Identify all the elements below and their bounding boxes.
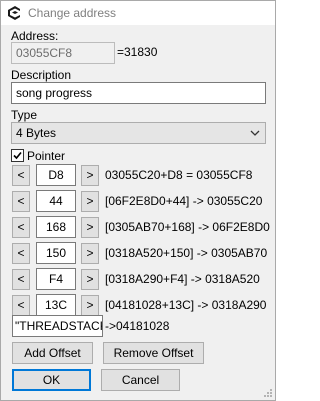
offset-input[interactable]: 168 bbox=[36, 216, 76, 238]
type-select[interactable]: 4 Bytes bbox=[11, 122, 266, 144]
cancel-button[interactable]: Cancel bbox=[101, 369, 180, 391]
ok-button[interactable]: OK bbox=[12, 369, 91, 391]
offset-increment-button[interactable]: > bbox=[81, 269, 99, 290]
offset-input[interactable]: 13C bbox=[36, 294, 76, 316]
offset-decrement-button[interactable]: < bbox=[12, 217, 30, 238]
offset-expression: [0318A520+150] -> 0305AB70 bbox=[105, 246, 268, 260]
offset-expression: [0305AB70+168] -> 06F2E8D0 bbox=[105, 220, 270, 234]
offset-input[interactable]: 44 bbox=[36, 190, 76, 212]
change-address-dialog: Change address Address: 03055CF8 =31830 … bbox=[0, 0, 276, 401]
base-address-result: ->04181028 bbox=[105, 319, 170, 333]
description-label: Description bbox=[11, 68, 72, 82]
offset-decrement-button[interactable]: < bbox=[12, 191, 30, 212]
type-label: Type bbox=[11, 108, 38, 122]
offset-input[interactable]: 150 bbox=[36, 242, 76, 264]
pointer-checkbox[interactable] bbox=[11, 149, 24, 162]
type-selected-value: 4 Bytes bbox=[16, 126, 57, 140]
offset-increment-button[interactable]: > bbox=[81, 165, 99, 186]
title-bar[interactable]: Change address bbox=[1, 1, 275, 25]
offset-increment-button[interactable]: > bbox=[81, 243, 99, 264]
address-field[interactable]: 03055CF8 bbox=[11, 42, 115, 64]
chevron-down-icon bbox=[250, 130, 260, 136]
offset-increment-button[interactable]: > bbox=[81, 295, 99, 316]
description-input[interactable]: song progress bbox=[11, 82, 266, 104]
offset-decrement-button[interactable]: < bbox=[12, 295, 30, 316]
offset-increment-button[interactable]: > bbox=[81, 191, 99, 212]
offset-expression: [06F2E8D0+44] -> 03055C20 bbox=[105, 194, 263, 208]
address-decimal-value: =31830 bbox=[117, 45, 158, 59]
offset-expression: [0318A290+F4] -> 0318A520 bbox=[105, 272, 260, 286]
window-title: Change address bbox=[28, 6, 117, 20]
offset-expression: [04181028+13C] -> 0318A290 bbox=[105, 298, 267, 312]
offset-input[interactable]: D8 bbox=[36, 164, 76, 186]
base-address-input[interactable]: "THREADSTACK bbox=[12, 315, 103, 337]
resize-grip-icon[interactable] bbox=[263, 388, 273, 398]
offset-increment-button[interactable]: > bbox=[81, 217, 99, 238]
offset-decrement-button[interactable]: < bbox=[12, 269, 30, 290]
cheat-engine-icon bbox=[8, 6, 20, 20]
pointer-label: Pointer bbox=[27, 149, 66, 163]
offset-expression: 03055C20+D8 = 03055CF8 bbox=[105, 168, 253, 182]
add-offset-button[interactable]: Add Offset bbox=[12, 342, 93, 364]
address-label: Address: bbox=[11, 29, 59, 43]
checkmark-icon bbox=[13, 151, 22, 160]
offset-input[interactable]: F4 bbox=[36, 268, 76, 290]
offset-decrement-button[interactable]: < bbox=[12, 243, 30, 264]
offset-decrement-button[interactable]: < bbox=[12, 165, 30, 186]
remove-offset-button[interactable]: Remove Offset bbox=[103, 342, 204, 364]
